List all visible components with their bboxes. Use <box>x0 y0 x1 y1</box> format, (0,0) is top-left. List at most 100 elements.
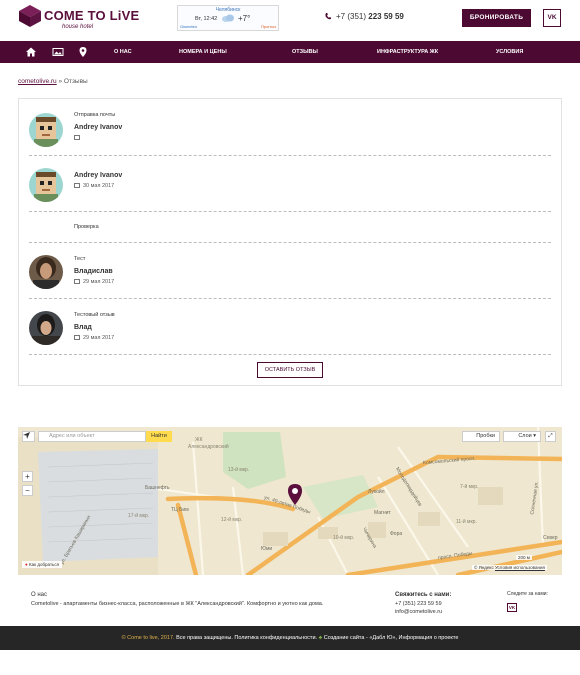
zoom-in-button[interactable]: + <box>22 471 33 482</box>
leaf-icon: ♣ <box>318 635 323 641</box>
developer-credit[interactable]: Создание сайта - «Дабл Ю», Информация о … <box>324 635 459 641</box>
logo-subtitle: house hotel <box>62 24 94 30</box>
review-subject: Проверка <box>74 224 99 230</box>
layers-button[interactable]: Слои ▾ <box>503 431 541 442</box>
map-scale: 200 м <box>516 555 532 560</box>
map-label-mkr12: 12-й мкр. <box>221 517 243 523</box>
weather-source[interactable]: Gismeteo <box>180 24 197 29</box>
reviews-panel: Отправка почты Andrey Ivanov Andrey Ivan… <box>18 98 562 386</box>
weather-widget[interactable]: Челябинск Вт, 12:42 +7° Gismeteo Прогноз <box>177 5 279 31</box>
avatar <box>29 113 63 147</box>
logo-text: COME TO LiVE <box>44 8 140 23</box>
review-subject: Тест <box>74 256 86 262</box>
review-date: 30 мая 2017 <box>74 183 114 189</box>
review-item: Проверка <box>29 212 551 243</box>
review-item: Отправка почты Andrey Ivanov <box>29 109 551 156</box>
leave-review-button[interactable]: ОСТАВИТЬ ОТЗЫВ <box>257 362 323 378</box>
vk-icon[interactable]: VK <box>543 9 561 27</box>
map-search-button[interactable]: Найти <box>146 431 172 442</box>
fullscreen-icon[interactable]: ⤢ <box>545 431 556 442</box>
map-poi: Юми <box>261 546 273 552</box>
footer-bar: © Come to live, 2017. Все права защищены… <box>0 626 580 650</box>
gallery-icon[interactable] <box>52 46 64 58</box>
zoom-out-button[interactable]: − <box>22 485 33 496</box>
map-poi: Башнефть <box>145 485 170 491</box>
logo-cube-icon <box>19 5 41 27</box>
book-button[interactable]: БРОНИРОВАТЬ <box>462 9 531 27</box>
avatar <box>29 311 63 345</box>
review-author: Andrey Ivanov <box>74 172 123 179</box>
calendar-icon <box>74 135 80 140</box>
route-link[interactable]: ● Как добраться <box>22 561 63 568</box>
footer-about-title: О нас <box>31 592 47 598</box>
review-subject: Отправка почты <box>74 112 116 118</box>
calendar-icon <box>74 183 80 188</box>
review-date <box>74 135 83 141</box>
avatar <box>29 168 63 202</box>
weather-time: Вт, 12:42 <box>195 16 218 22</box>
review-item: Тест Владислав 29 мая 2017 <box>29 243 551 299</box>
route-label: Как добраться <box>28 562 60 567</box>
nav-item-about[interactable]: О НАС <box>114 41 132 63</box>
map-poi: Фора <box>390 531 403 537</box>
footer-vk-icon[interactable]: VK <box>507 603 517 612</box>
geolocation-button[interactable] <box>22 431 35 442</box>
map-poi: Магнит <box>374 510 391 516</box>
phone-number: 223 59 59 <box>368 12 404 21</box>
map-label-district: ЖК <box>195 437 203 443</box>
breadcrumb-home-link[interactable]: cometolive.ru <box>18 78 57 85</box>
map-label-mkr17: 17-й мкр. <box>128 513 150 519</box>
review-item: Andrey Ivanov 30 мая 2017 <box>29 156 551 212</box>
traffic-button[interactable]: Пробки <box>462 431 500 442</box>
nav-item-infrastructure[interactable]: ИНФРАСТРУКТУРА ЖК <box>377 41 438 63</box>
home-icon[interactable] <box>25 46 37 58</box>
map-label-mkr10: 10-й мкр. <box>333 535 355 541</box>
route-pin-icon: ● <box>25 562 28 567</box>
review-item: Тестовый отзыв Влад 29 мая 2017 <box>29 299 551 355</box>
map-poi: Север <box>543 535 558 541</box>
nav-item-rooms[interactable]: НОМЕРА И ЦЕНЫ <box>179 41 227 63</box>
phone-prefix: +7 (351) <box>336 12 367 21</box>
map-search-placeholder: Адрес или объект <box>49 433 95 439</box>
map-poi: ТЦ Бим <box>171 507 189 513</box>
locate-arrow-icon <box>23 432 30 439</box>
map-copyright: © Яндекс Условия использования <box>472 565 547 570</box>
breadcrumb: cometolive.ru » Отзывы <box>18 78 88 85</box>
copyright-line: © Come to live, 2017. Все права защищены… <box>0 635 580 641</box>
avatar <box>29 255 63 289</box>
cloud-icon <box>222 14 234 22</box>
map-search-input[interactable]: Адрес или объект <box>38 431 146 442</box>
calendar-icon <box>74 279 80 284</box>
map-label-district: Александровский <box>188 444 229 450</box>
footer-follow-label: Следите за нами: <box>507 591 548 597</box>
phone-icon <box>325 13 331 20</box>
footer-email[interactable]: info@cometolive.ru <box>395 609 442 615</box>
header-phone[interactable]: +7 (351) 223 59 59 <box>325 12 404 21</box>
site-header: COME TO LiVE house hotel Челябинск Вт, 1… <box>0 0 580 40</box>
footer-phone[interactable]: +7 (351) 223 59 59 <box>395 601 442 607</box>
footer-info: О нас Cometolive - апартаменты бизнес-кл… <box>0 575 580 626</box>
traffic-label: Пробки <box>476 433 495 439</box>
map-terms-link[interactable]: Условия использования <box>495 565 545 570</box>
review-subject: Тестовый отзыв <box>74 312 115 318</box>
map-pin-icon[interactable] <box>77 46 89 58</box>
copyright-year: © Come to live, 2017. <box>121 635 175 641</box>
layers-label: Слои <box>518 433 532 439</box>
site-logo[interactable]: COME TO LiVE house hotel <box>18 4 139 34</box>
review-author: Влад <box>74 324 92 331</box>
copyright-text[interactable]: Все права защищены. Политика конфиденциа… <box>176 635 317 641</box>
breadcrumb-current: Отзывы <box>63 78 88 85</box>
breadcrumb-separator: » <box>58 78 63 85</box>
map-label-mkr13: 13-й мкр. <box>228 467 250 473</box>
review-date: 29 мая 2017 <box>74 279 114 285</box>
review-author: Владислав <box>74 268 113 275</box>
weather-forecast-link[interactable]: Прогноз <box>261 24 276 29</box>
nav-item-conditions[interactable]: УСЛОВИЯ <box>496 41 523 63</box>
yandex-map[interactable]: ЖК Александровский 13-й мкр. 7-й мкр. 17… <box>18 427 562 575</box>
review-author: Andrey Ivanov <box>74 124 123 131</box>
review-divider <box>29 354 551 355</box>
map-canvas[interactable] <box>18 427 562 575</box>
nav-item-reviews[interactable]: ОТЗЫВЫ <box>292 41 318 63</box>
map-label-mkr7: 7-й мкр. <box>460 484 479 490</box>
weather-temp: +7° <box>238 14 251 23</box>
